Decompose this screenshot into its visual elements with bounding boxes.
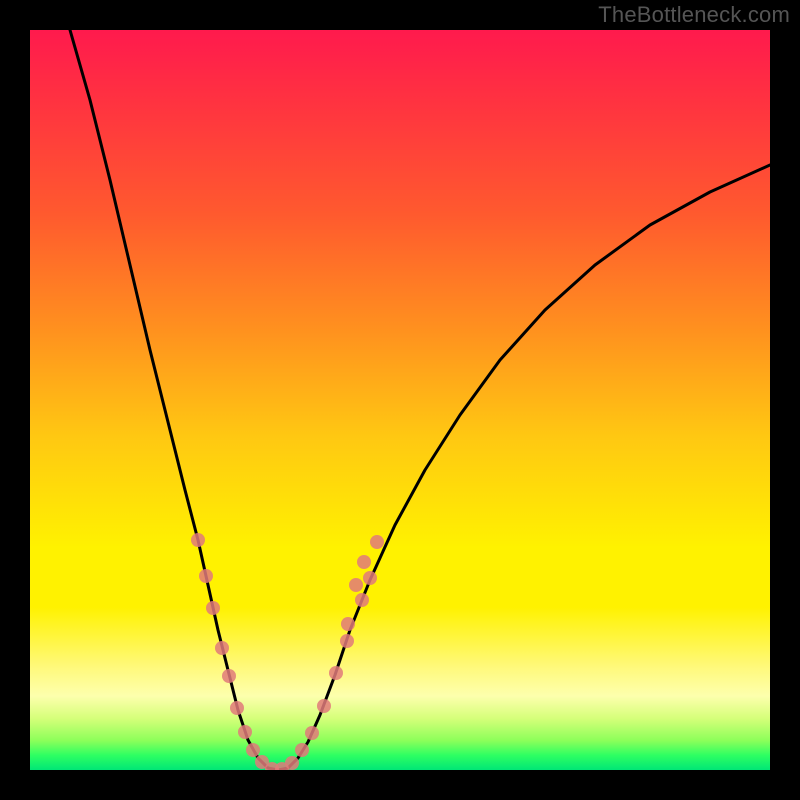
scatter-markers [191,533,384,770]
marker-dot [355,593,369,607]
marker-dot [363,571,377,585]
marker-dot [329,666,343,680]
marker-dot [206,601,220,615]
marker-dot [305,726,319,740]
marker-dot [230,701,244,715]
marker-dot [246,743,260,757]
watermark-text: TheBottleneck.com [598,2,790,28]
plot-area [30,30,770,770]
marker-dot [222,669,236,683]
marker-dot [285,756,299,770]
marker-dot [191,533,205,547]
marker-dot [215,641,229,655]
curve-svg [30,30,770,770]
curve-right_branch [278,165,770,770]
curve-left_branch [70,30,278,770]
marker-dot [349,578,363,592]
marker-dot [238,725,252,739]
curve-lines [70,30,770,770]
marker-dot [295,743,309,757]
marker-dot [199,569,213,583]
marker-dot [317,699,331,713]
marker-dot [357,555,371,569]
marker-dot [341,617,355,631]
marker-dot [370,535,384,549]
chart-frame: TheBottleneck.com [0,0,800,800]
marker-dot [340,634,354,648]
